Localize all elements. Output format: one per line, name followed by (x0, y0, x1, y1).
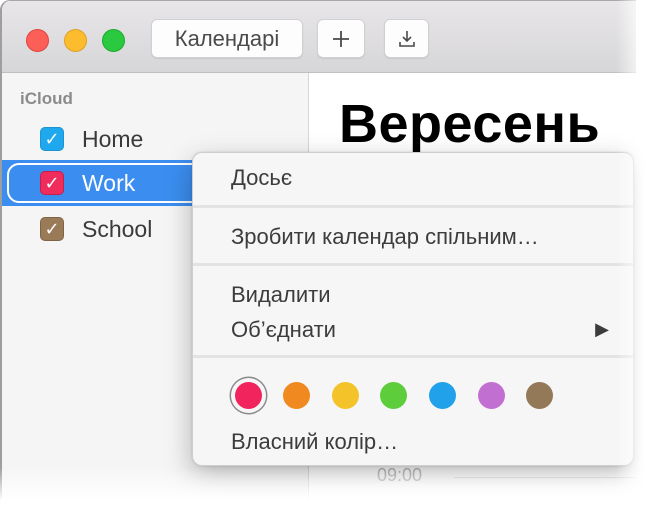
color-swatch-purple[interactable] (478, 382, 505, 409)
color-swatch-green[interactable] (380, 382, 407, 409)
menu-item-custom-color[interactable]: Власний колір… (231, 429, 398, 455)
menu-separator (193, 355, 633, 358)
color-swatch-yellow[interactable] (332, 382, 359, 409)
submenu-arrow-icon: ▶ (595, 319, 609, 339)
close-window-button[interactable] (26, 29, 49, 52)
menu-item-delete[interactable]: Видалити (231, 282, 331, 308)
calendars-button[interactable]: Календарі (151, 19, 303, 58)
add-event-button[interactable] (317, 19, 365, 58)
school-checkbox[interactable]: ✓ (40, 217, 64, 241)
checkmark-icon: ✓ (44, 128, 60, 149)
menu-item-get-info[interactable]: Досьє (231, 165, 292, 191)
calendars-button-label: Календарі (174, 25, 280, 51)
calendar-label-work: Work (82, 169, 136, 196)
menu-item-merge[interactable]: Об’єднати (231, 317, 336, 343)
minimize-window-button[interactable] (64, 29, 87, 52)
menu-item-merge-label: Об’єднати (231, 317, 336, 342)
work-checkbox[interactable]: ✓ (40, 171, 64, 195)
color-swatch-orange[interactable] (283, 382, 310, 409)
toolbar: Календарі (2, 1, 636, 73)
calendar-label-school: School (82, 215, 153, 242)
plus-icon (333, 30, 349, 47)
menu-item-share-calendar[interactable]: Зробити календар спільним… (231, 224, 539, 250)
calendar-label-home: Home (82, 125, 144, 152)
icloud-section-header: iCloud (20, 89, 73, 108)
menu-separator (193, 263, 633, 266)
import-button[interactable] (384, 19, 429, 58)
menu-separator (193, 205, 633, 208)
time-label: 09:00 (377, 465, 423, 485)
home-checkbox[interactable]: ✓ (40, 127, 64, 151)
checkmark-icon: ✓ (44, 172, 60, 193)
zoom-window-button[interactable] (102, 29, 125, 52)
color-swatch-blue[interactable] (429, 382, 456, 409)
checkmark-icon: ✓ (44, 218, 60, 239)
color-swatch-brown[interactable] (526, 382, 553, 409)
month-title: Вересень (339, 94, 601, 154)
hour-gridline (454, 477, 636, 478)
download-tray-icon (398, 30, 415, 47)
calendar-context-menu: Досьє Зробити календар спільним… Видалит… (192, 152, 634, 466)
color-swatch-red[interactable] (235, 382, 262, 409)
